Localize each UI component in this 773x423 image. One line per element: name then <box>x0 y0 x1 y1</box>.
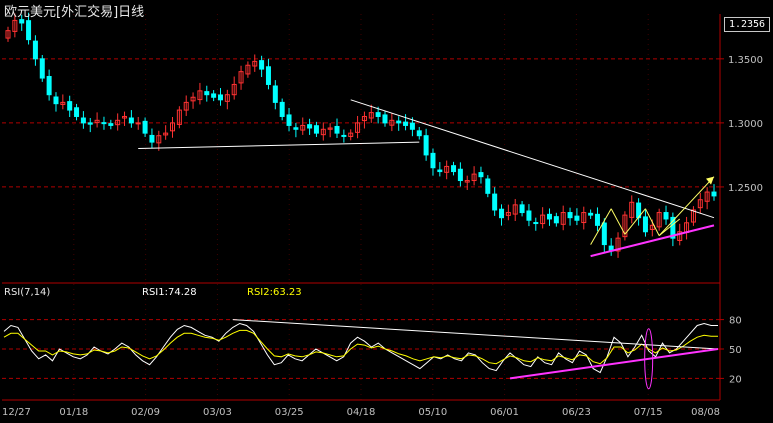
candle-down <box>485 178 491 194</box>
candle-down <box>217 94 223 101</box>
candle-down <box>279 101 285 117</box>
candle-down <box>409 122 415 130</box>
candle-down <box>567 212 573 219</box>
candle-down <box>265 66 271 85</box>
candle-down <box>293 127 299 130</box>
candle-down <box>526 210 532 221</box>
candle-down <box>430 152 436 169</box>
candle-down <box>39 58 45 79</box>
candle-down <box>457 168 463 182</box>
candle-down <box>19 19 25 24</box>
candle-down <box>642 216 648 233</box>
rsi-tick-label: 20 <box>729 374 742 385</box>
triangle-pattern-line <box>590 208 612 245</box>
rsi-tick-label: 50 <box>729 345 742 356</box>
candle-down <box>588 212 594 216</box>
rsi-tick-label: 80 <box>729 316 742 327</box>
price-tick-label: 1.3500 <box>728 55 763 66</box>
date-tick-label: 04/18 <box>347 407 376 418</box>
descending-trendline <box>350 99 715 219</box>
candle-down <box>492 193 498 211</box>
candle-down <box>451 165 457 173</box>
price-tick-label: 1.3000 <box>728 119 763 130</box>
candle-down <box>80 117 86 124</box>
candle-down <box>499 208 505 219</box>
x-axis-ticks: 12/27 01/18 02/09 03/03 03/25 04/18 05/10 06/01… <box>2 407 720 418</box>
triangle-pattern-line <box>658 218 681 236</box>
date-tick-label: 01/18 <box>59 407 88 418</box>
candle-down <box>142 120 148 134</box>
candle-down <box>594 213 600 226</box>
candle-up <box>135 122 141 125</box>
candle-down <box>46 76 52 96</box>
candle-down <box>546 213 552 220</box>
candle-down <box>101 122 107 125</box>
candle-down <box>403 121 409 126</box>
date-tick-label: 06/01 <box>490 407 519 418</box>
candle-down <box>533 222 539 225</box>
candle-down <box>87 122 93 125</box>
candle-down <box>149 134 155 143</box>
date-tick-label: 06/23 <box>562 407 591 418</box>
candle-down <box>396 120 402 124</box>
date-tick-label: 12/27 <box>2 407 31 418</box>
y-axis-ticks: 1.3500 1.3000 1.2500 80 50 20 <box>720 55 763 385</box>
date-tick-label: 03/25 <box>275 407 304 418</box>
candle-down <box>711 191 717 197</box>
chart-canvas: 1.3500 1.3000 1.2500 80 50 20 12/27 01/18 02/09… <box>2 12 763 418</box>
candle-down <box>601 222 607 246</box>
candle-down <box>67 101 73 111</box>
chart-title: 欧元美元[外汇交易]日线 <box>4 5 145 20</box>
candle-down <box>74 107 80 117</box>
candle-down <box>286 114 292 126</box>
candle-down <box>574 215 580 221</box>
rsi1-value-label: RSI1:74.28 <box>142 287 197 298</box>
candle-down <box>272 85 278 103</box>
candle-down <box>53 96 59 105</box>
candle-down <box>108 123 114 126</box>
candle-down <box>437 169 443 173</box>
indicator-name: RSI(7,14) <box>4 287 51 298</box>
candle-down <box>211 93 217 98</box>
candle-down <box>204 91 210 96</box>
rsi2-value-label: RSI2:63.23 <box>247 287 302 298</box>
candle-down <box>128 117 134 124</box>
date-tick-label: 02/09 <box>131 407 160 418</box>
date-tick-label: 08/08 <box>691 407 720 418</box>
candle-down <box>259 60 265 70</box>
candle-down <box>375 112 381 117</box>
candle-down <box>416 130 422 137</box>
price-tick-label: 1.2500 <box>728 183 763 194</box>
triangle-pattern-line <box>624 208 646 235</box>
candle-down <box>519 204 525 214</box>
support-trendline <box>138 141 420 149</box>
candle-down <box>26 20 32 41</box>
candle-down <box>313 125 319 134</box>
candle-down <box>663 212 669 220</box>
date-tick-label: 03/03 <box>203 407 232 418</box>
candle-down <box>307 124 313 129</box>
candle-down <box>382 114 388 124</box>
candle-down <box>32 40 38 60</box>
candle-down <box>341 134 347 137</box>
candle-down <box>423 135 429 156</box>
candle-down <box>334 125 340 134</box>
date-tick-label: 07/15 <box>634 407 663 418</box>
last-price-box: 1.2356 <box>724 17 770 32</box>
candle-down <box>478 172 484 178</box>
candle-down <box>553 216 559 224</box>
date-tick-label: 05/10 <box>418 407 447 418</box>
rsi-support-line <box>509 348 719 380</box>
